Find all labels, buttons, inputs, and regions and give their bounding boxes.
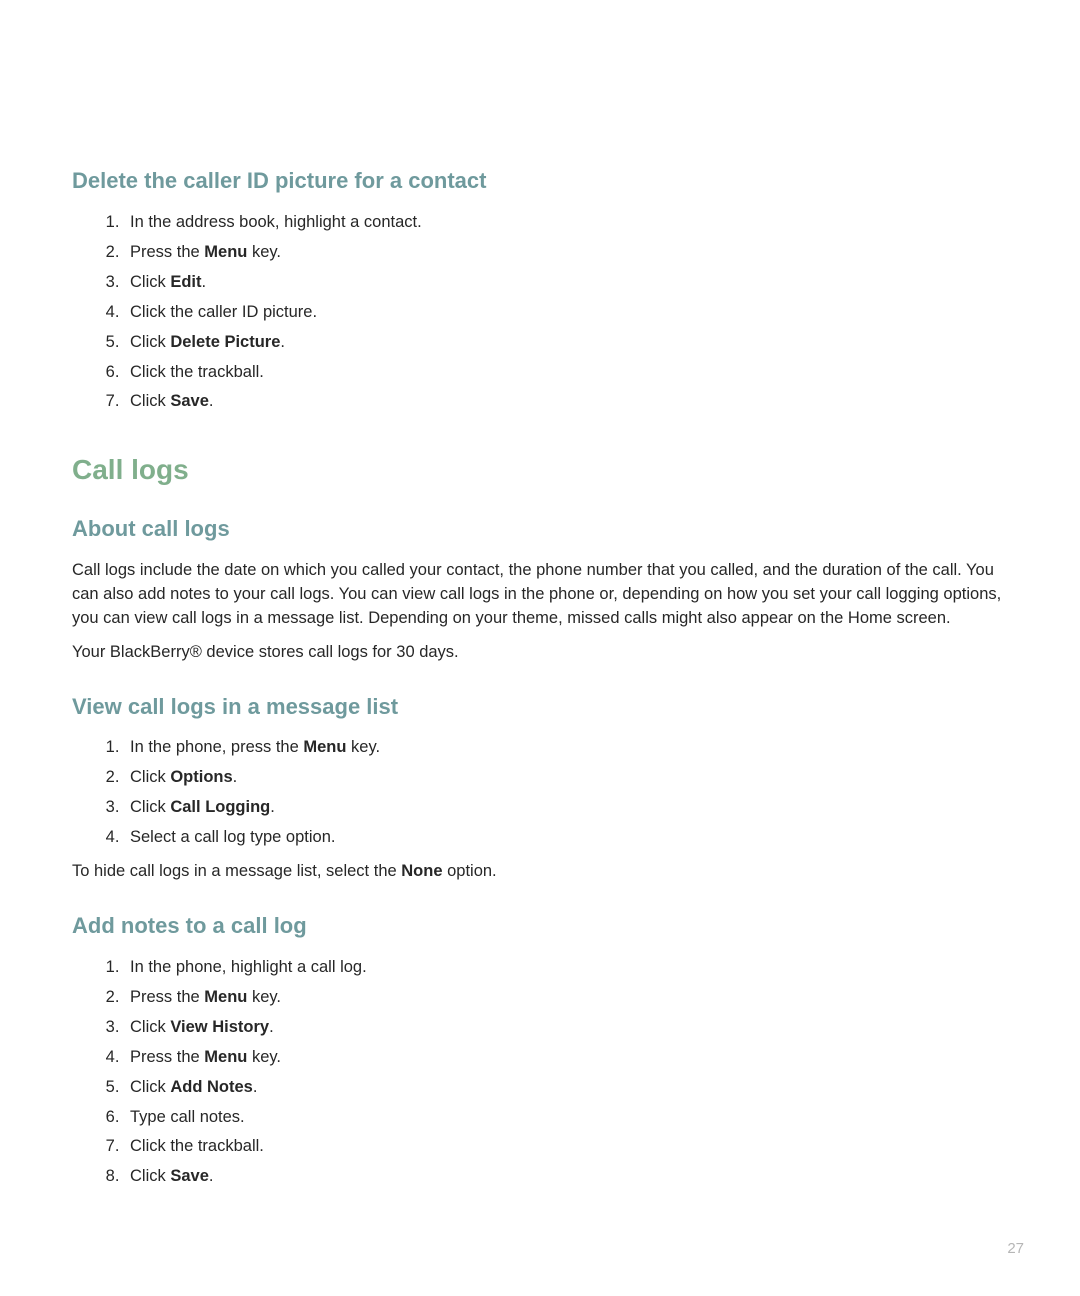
list-item: Click Edit. bbox=[124, 271, 1008, 295]
paragraph-view-after: To hide call logs in a message list, sel… bbox=[72, 860, 1008, 884]
section-view-call-logs: View call logs in a message list In the … bbox=[72, 691, 1008, 885]
list-item: Click the trackball. bbox=[124, 361, 1008, 385]
section-about-call-logs: About call logs Call logs include the da… bbox=[72, 513, 1008, 665]
paragraph-about-1: Call logs include the date on which you … bbox=[72, 559, 1008, 631]
heading-delete-caller-id: Delete the caller ID picture for a conta… bbox=[72, 165, 1008, 197]
list-item: Click the caller ID picture. bbox=[124, 301, 1008, 325]
list-item: Select a call log type option. bbox=[124, 826, 1008, 850]
list-item: In the address book, highlight a contact… bbox=[124, 211, 1008, 235]
list-item: In the phone, highlight a call log. bbox=[124, 956, 1008, 980]
list-item: Press the Menu key. bbox=[124, 986, 1008, 1010]
heading-call-logs: Call logs bbox=[72, 450, 1008, 491]
paragraph-about-2: Your BlackBerry® device stores call logs… bbox=[72, 641, 1008, 665]
steps-delete-caller-id: In the address book, highlight a contact… bbox=[72, 211, 1008, 414]
list-item: Click Save. bbox=[124, 1165, 1008, 1189]
list-item: Press the Menu key. bbox=[124, 241, 1008, 265]
steps-view-call-logs: In the phone, press the Menu key. Click O… bbox=[72, 736, 1008, 850]
heading-view-call-logs: View call logs in a message list bbox=[72, 691, 1008, 723]
page-number: 27 bbox=[1007, 1238, 1024, 1260]
list-item: Click Delete Picture. bbox=[124, 331, 1008, 355]
heading-about-call-logs: About call logs bbox=[72, 513, 1008, 545]
list-item: Click the trackball. bbox=[124, 1135, 1008, 1159]
list-item: Click Save. bbox=[124, 390, 1008, 414]
list-item: Press the Menu key. bbox=[124, 1046, 1008, 1070]
section-add-notes: Add notes to a call log In the phone, hi… bbox=[72, 910, 1008, 1189]
list-item: Click Add Notes. bbox=[124, 1076, 1008, 1100]
section-delete-caller-id: Delete the caller ID picture for a conta… bbox=[72, 165, 1008, 414]
document-page: Delete the caller ID picture for a conta… bbox=[0, 0, 1080, 1296]
heading-add-notes: Add notes to a call log bbox=[72, 910, 1008, 942]
steps-add-notes: In the phone, highlight a call log. Press… bbox=[72, 956, 1008, 1189]
list-item: Click Call Logging. bbox=[124, 796, 1008, 820]
list-item: Click Options. bbox=[124, 766, 1008, 790]
list-item: In the phone, press the Menu key. bbox=[124, 736, 1008, 760]
list-item: Click View History. bbox=[124, 1016, 1008, 1040]
list-item: Type call notes. bbox=[124, 1106, 1008, 1130]
